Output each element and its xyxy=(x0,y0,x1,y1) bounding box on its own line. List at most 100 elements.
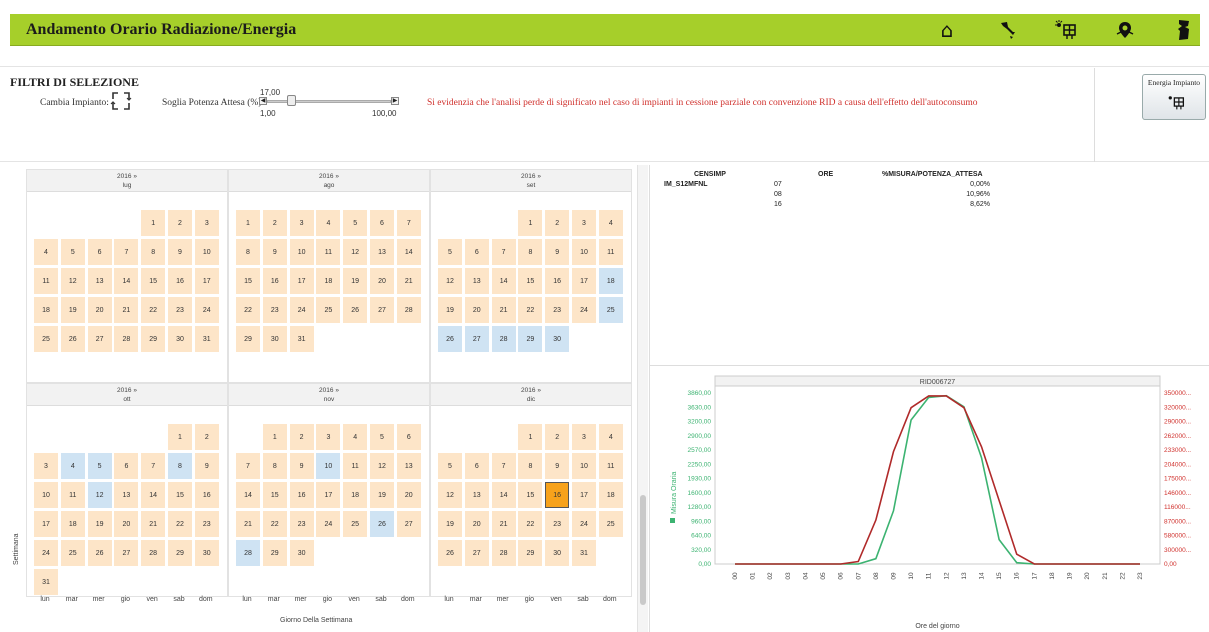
day-cell[interactable]: 21 xyxy=(396,268,421,294)
day-cell[interactable]: 5 xyxy=(60,239,85,265)
day-cell[interactable]: 18 xyxy=(343,482,368,508)
day-cell[interactable]: 31 xyxy=(289,326,314,352)
day-cell[interactable]: 23 xyxy=(545,511,570,537)
day-cell[interactable]: 12 xyxy=(438,482,462,508)
day-cell[interactable]: 22 xyxy=(141,297,166,323)
day-cell[interactable]: 29 xyxy=(518,540,543,566)
day-cell[interactable]: 10 xyxy=(316,453,341,479)
day-cell[interactable]: 3 xyxy=(316,424,341,450)
day-cell[interactable]: 24 xyxy=(572,511,596,537)
day-cell[interactable]: 11 xyxy=(316,239,341,265)
day-cell[interactable]: 1 xyxy=(168,424,192,450)
month-header[interactable]: 2016 » nov xyxy=(229,384,429,406)
day-cell[interactable]: 26 xyxy=(370,511,394,537)
scrollbar-thumb[interactable] xyxy=(640,495,646,605)
day-cell[interactable]: 20 xyxy=(464,511,489,537)
day-cell[interactable]: 17 xyxy=(572,268,596,294)
day-cell[interactable]: 9 xyxy=(545,239,570,265)
day-cell[interactable]: 18 xyxy=(316,268,341,294)
day-cell[interactable]: 11 xyxy=(60,482,85,508)
day-cell[interactable]: 27 xyxy=(464,540,489,566)
day-cell[interactable]: 20 xyxy=(396,482,421,508)
day-cell[interactable]: 28 xyxy=(236,540,260,566)
month-header[interactable]: 2016 » lug xyxy=(27,170,227,192)
solar-panel-icon[interactable] xyxy=(1053,18,1079,42)
day-cell[interactable]: 9 xyxy=(545,453,570,479)
day-cell[interactable]: 2 xyxy=(194,424,219,450)
day-cell[interactable]: 21 xyxy=(114,297,139,323)
day-cell[interactable]: 4 xyxy=(598,210,623,236)
day-cell[interactable]: 29 xyxy=(141,326,166,352)
day-cell[interactable]: 26 xyxy=(60,326,85,352)
sardinia-map-icon[interactable] xyxy=(1171,18,1197,42)
day-cell[interactable]: 9 xyxy=(289,453,314,479)
day-cell[interactable]: 27 xyxy=(464,326,489,352)
day-cell[interactable]: 3 xyxy=(194,210,219,236)
day-cell[interactable]: 11 xyxy=(598,453,623,479)
italy-map-icon[interactable] xyxy=(995,18,1021,42)
day-cell[interactable]: 16 xyxy=(194,482,219,508)
day-cell[interactable]: 12 xyxy=(343,239,368,265)
day-cell[interactable]: 7 xyxy=(396,210,421,236)
table-row[interactable]: IM_S12MFNL 07 0,00% xyxy=(660,181,1000,190)
day-cell[interactable]: 18 xyxy=(60,511,85,537)
day-cell[interactable]: 29 xyxy=(262,540,287,566)
day-cell[interactable]: 15 xyxy=(236,268,260,294)
day-cell[interactable]: 15 xyxy=(518,482,543,508)
day-cell[interactable]: 5 xyxy=(343,210,368,236)
day-cell[interactable]: 26 xyxy=(87,540,112,566)
day-cell[interactable]: 14 xyxy=(236,482,260,508)
day-cell[interactable]: 31 xyxy=(34,569,58,595)
day-cell[interactable]: 15 xyxy=(262,482,287,508)
day-cell[interactable]: 17 xyxy=(289,268,314,294)
slider-thumb[interactable] xyxy=(287,95,297,106)
month-header[interactable]: 2016 » ott xyxy=(27,384,227,406)
day-cell[interactable]: 23 xyxy=(289,511,314,537)
day-cell[interactable]: 4 xyxy=(316,210,341,236)
day-cell[interactable]: 12 xyxy=(370,453,394,479)
day-cell[interactable]: 10 xyxy=(572,453,596,479)
day-cell[interactable]: 14 xyxy=(114,268,139,294)
day-cell[interactable]: 25 xyxy=(60,540,85,566)
month-header[interactable]: 2016 » set xyxy=(431,170,631,192)
day-cell[interactable]: 7 xyxy=(236,453,260,479)
day-cell[interactable]: 9 xyxy=(194,453,219,479)
day-cell[interactable]: 10 xyxy=(572,239,596,265)
day-cell[interactable]: 7 xyxy=(141,453,166,479)
day-cell[interactable]: 11 xyxy=(343,453,368,479)
day-cell[interactable]: 26 xyxy=(438,540,462,566)
day-cell[interactable]: 1 xyxy=(141,210,166,236)
day-cell[interactable]: 11 xyxy=(34,268,58,294)
day-cell[interactable]: 8 xyxy=(262,453,287,479)
day-cell[interactable]: 20 xyxy=(370,268,394,294)
day-cell[interactable]: 6 xyxy=(87,239,112,265)
day-cell[interactable]: 17 xyxy=(34,511,58,537)
day-cell[interactable]: 30 xyxy=(545,540,570,566)
day-cell[interactable]: 24 xyxy=(194,297,219,323)
day-cell[interactable]: 13 xyxy=(464,482,489,508)
day-cell[interactable]: 19 xyxy=(370,482,394,508)
day-cell[interactable]: 14 xyxy=(396,239,421,265)
day-cell[interactable]: 5 xyxy=(370,424,394,450)
day-cell[interactable]: 25 xyxy=(316,297,341,323)
day-cell[interactable]: 14 xyxy=(141,482,166,508)
day-cell[interactable]: 25 xyxy=(343,511,368,537)
day-cell[interactable]: 14 xyxy=(491,482,516,508)
day-cell[interactable]: 27 xyxy=(114,540,139,566)
day-cell[interactable]: 2 xyxy=(545,424,570,450)
day-cell[interactable]: 23 xyxy=(262,297,287,323)
day-cell[interactable]: 11 xyxy=(598,239,623,265)
day-cell[interactable]: 19 xyxy=(87,511,112,537)
day-cell[interactable]: 30 xyxy=(168,326,192,352)
day-cell[interactable]: 24 xyxy=(34,540,58,566)
day-cell[interactable]: 20 xyxy=(87,297,112,323)
month-header[interactable]: 2016 » dic xyxy=(431,384,631,406)
day-cell[interactable]: 4 xyxy=(343,424,368,450)
day-cell[interactable]: 4 xyxy=(598,424,623,450)
day-cell[interactable]: 6 xyxy=(370,210,394,236)
day-cell[interactable]: 19 xyxy=(343,268,368,294)
day-cell[interactable]: 8 xyxy=(518,453,543,479)
calendar-scrollbar[interactable] xyxy=(637,165,648,632)
day-cell[interactable]: 30 xyxy=(545,326,570,352)
day-cell[interactable]: 2 xyxy=(545,210,570,236)
